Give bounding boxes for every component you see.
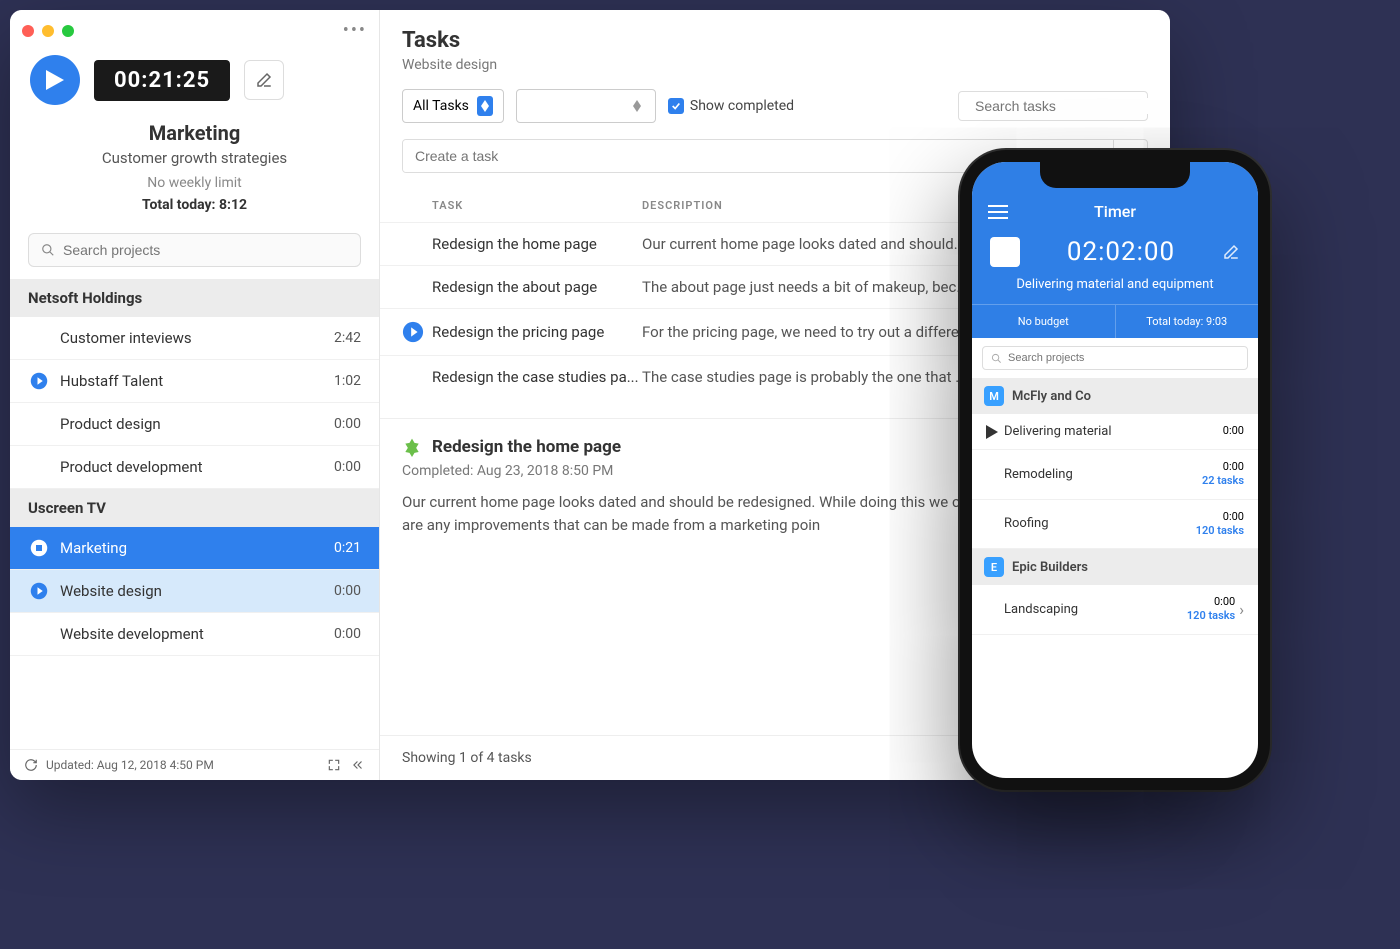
project-name: Customer inteviews	[60, 329, 334, 347]
org-badge: E	[984, 557, 1004, 577]
detail-title: Redesign the home page	[432, 437, 621, 457]
sidebar-footer: Updated: Aug 12, 2018 4:50 PM	[10, 749, 379, 780]
org-header: Netsoft Holdings	[10, 279, 379, 317]
col-description: DESCRIPTION	[642, 199, 723, 212]
project-subtitle: Customer growth strategies	[30, 149, 359, 167]
phone-project-name: Delivering material	[1004, 424, 1223, 439]
project-title: Marketing	[30, 121, 359, 145]
refresh-icon[interactable]	[24, 758, 38, 772]
project-row[interactable]: Customer inteviews2:42	[10, 317, 379, 360]
phone-title: Timer	[1008, 202, 1222, 221]
close-window-icon[interactable]	[22, 25, 34, 37]
project-name: Website design	[60, 582, 334, 600]
phone-task-desc: Delivering material and equipment	[972, 277, 1258, 304]
search-projects-input[interactable]	[63, 242, 348, 258]
search-tasks[interactable]	[958, 91, 1148, 121]
minimize-window-icon[interactable]	[42, 25, 54, 37]
search-projects[interactable]	[28, 233, 361, 267]
project-row[interactable]: Hubstaff Talent1:02	[10, 360, 379, 403]
stop-icon	[30, 539, 48, 557]
phone-project-name: Landscaping	[1004, 602, 1187, 617]
task-name: Redesign the pricing page	[432, 323, 642, 341]
phone-project-row[interactable]: Landscaping0:00120 tasks›	[972, 585, 1258, 635]
project-row[interactable]: Website development0:00	[10, 613, 379, 656]
phone-project-row[interactable]: Remodeling0:0022 tasks	[972, 450, 1258, 500]
weekly-limit: No weekly limit	[30, 175, 359, 191]
phone-timer: 02:02:00	[1034, 237, 1208, 267]
more-menu-icon[interactable]: •••	[343, 20, 367, 41]
project-name: Product design	[60, 415, 334, 433]
chevron-right-icon: ›	[1239, 600, 1244, 619]
project-name: Hubstaff Talent	[60, 372, 334, 390]
project-time: 0:21	[334, 540, 361, 556]
task-name: Redesign the home page	[432, 235, 642, 253]
integration-icon	[402, 437, 422, 457]
active-project-header: Marketing Customer growth strategies No …	[10, 117, 379, 227]
show-completed-checkbox[interactable]: Show completed	[668, 98, 794, 114]
phone-mockup: Timer 02:02:00 Delivering material and e…	[960, 150, 1270, 790]
sidebar: ••• 00:21:25 Marketing Customer growth s…	[10, 10, 380, 780]
stop-button[interactable]	[990, 237, 1020, 267]
show-completed-label: Show completed	[690, 98, 794, 114]
project-time: 0:00	[334, 626, 361, 642]
phone-org-header: EEpic Builders	[972, 549, 1258, 585]
project-row[interactable]: Product development0:00	[10, 446, 379, 489]
play-icon	[30, 372, 48, 390]
phone-stat-today: Total today: 9:03	[1116, 305, 1259, 338]
project-name: Website development	[60, 625, 334, 643]
phone-search-input[interactable]	[1008, 352, 1239, 364]
page-title: Tasks	[402, 28, 1148, 53]
filter-value: All Tasks	[413, 98, 469, 114]
window-controls: •••	[10, 10, 379, 47]
timer-display: 00:21:25	[94, 60, 230, 101]
play-icon	[986, 425, 998, 439]
phone-project-row[interactable]: Roofing0:00120 tasks	[972, 500, 1258, 550]
col-task: TASK	[402, 199, 642, 212]
phone-search[interactable]	[982, 346, 1248, 370]
phone-stat-budget: No budget	[972, 305, 1116, 338]
project-time: 2:42	[334, 330, 361, 346]
phone-notch	[1040, 162, 1190, 188]
filter-select[interactable]: All Tasks	[402, 89, 504, 123]
project-time: 1:02	[334, 373, 361, 389]
search-tasks-input[interactable]	[975, 98, 1156, 114]
task-name: Redesign the about page	[432, 278, 642, 296]
task-name: Redesign the case studies pa...	[432, 368, 642, 386]
org-badge: M	[984, 386, 1004, 406]
project-name: Product development	[60, 458, 334, 476]
edit-note-button[interactable]	[244, 60, 284, 100]
phone-org-header: MMcFly and Co	[972, 378, 1258, 414]
collapse-icon[interactable]	[327, 758, 341, 772]
chevron-left-icon[interactable]	[351, 758, 365, 772]
play-button[interactable]	[30, 55, 80, 105]
project-name: Marketing	[60, 539, 334, 557]
search-icon	[991, 353, 1002, 364]
project-time: 0:00	[334, 416, 361, 432]
play-icon	[30, 582, 48, 600]
phone-project-name: Roofing	[1004, 516, 1196, 531]
total-today: Total today: 8:12	[30, 197, 359, 213]
maximize-window-icon[interactable]	[62, 25, 74, 37]
last-updated: Updated: Aug 12, 2018 4:50 PM	[46, 758, 214, 772]
project-row[interactable]: Marketing0:21	[10, 527, 379, 570]
project-row[interactable]: Product design0:00	[10, 403, 379, 446]
project-time: 0:00	[334, 583, 361, 599]
project-time: 0:00	[334, 459, 361, 475]
edit-icon[interactable]	[1222, 243, 1240, 261]
project-row[interactable]: Website design0:00	[10, 570, 379, 613]
timer-row: 00:21:25	[10, 47, 379, 117]
hamburger-icon[interactable]	[988, 204, 1008, 220]
search-icon	[41, 243, 55, 257]
breadcrumb: Website design	[402, 57, 1148, 73]
secondary-select[interactable]	[516, 89, 656, 123]
phone-project-name: Remodeling	[1004, 467, 1202, 482]
phone-project-row[interactable]: Delivering material0:00	[972, 414, 1258, 450]
play-icon[interactable]	[402, 321, 424, 343]
org-header: Uscreen TV	[10, 489, 379, 527]
phone-screen: Timer 02:02:00 Delivering material and e…	[972, 162, 1258, 778]
